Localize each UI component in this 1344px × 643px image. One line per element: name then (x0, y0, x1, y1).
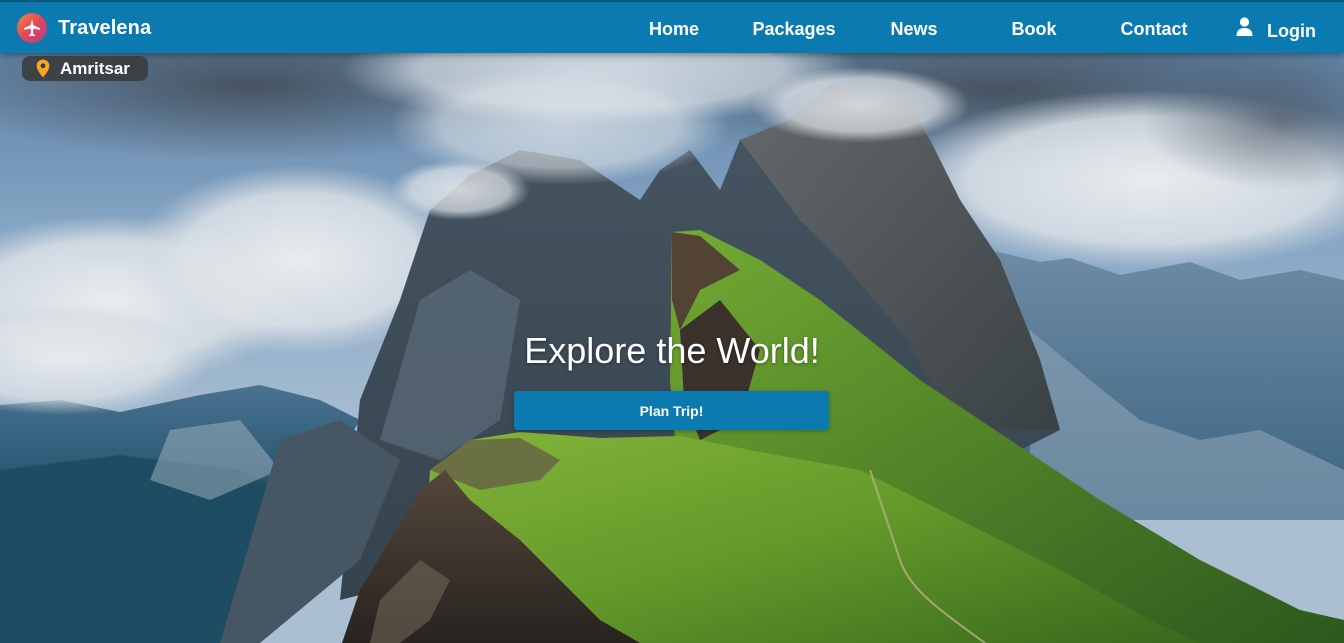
user-icon (1236, 17, 1253, 36)
nav-link-news[interactable]: News (890, 18, 937, 40)
brand-logo-link[interactable]: Travelena (17, 12, 151, 44)
nav-link-book[interactable]: Book (1012, 18, 1057, 40)
nav-link-contact[interactable]: Contact (1121, 18, 1188, 40)
top-navbar: Travelena Home Packages News Book Contac… (0, 0, 1344, 53)
map-pin-icon (36, 59, 50, 78)
location-badge[interactable]: Amritsar (22, 56, 148, 81)
login-label: Login (1267, 21, 1316, 41)
page: Travelena Home Packages News Book Contac… (0, 0, 1344, 643)
airplane-logo-icon (17, 13, 47, 43)
location-city: Amritsar (60, 58, 130, 78)
plan-trip-button[interactable]: Plan Trip! (514, 391, 829, 430)
nav-link-login[interactable]: Login (1236, 16, 1316, 42)
nav-link-home[interactable]: Home (649, 18, 699, 40)
nav-link-packages[interactable]: Packages (752, 18, 835, 40)
brand-name: Travelena (58, 16, 152, 39)
hero-background-image (0, 0, 1344, 643)
hero-title: Explore the World! (524, 330, 820, 371)
